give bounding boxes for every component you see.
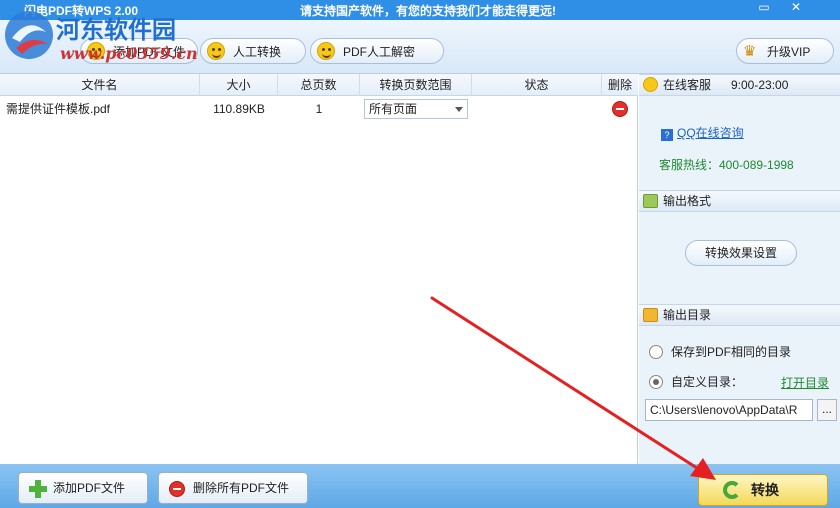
- upgrade-vip-button[interactable]: ♛ 升级VIP: [736, 38, 834, 64]
- bottom-add-pdf-button[interactable]: 添加PDF文件: [18, 472, 148, 504]
- close-button[interactable]: ✕: [784, 0, 808, 16]
- support-hours: 9:00-23:00: [731, 78, 789, 92]
- toolbar: 添加PDF文件 人工转换 PDF人工解密 ♛ 升级VIP: [0, 20, 840, 74]
- support-smiley-icon: [643, 77, 658, 92]
- row-total-pages: 1: [315, 102, 323, 116]
- title-bar: 闪电PDF转WPS 2.00 请支持国产软件，有您的支持我们才能走得更远! ▭ …: [0, 0, 840, 20]
- chevron-down-icon: [455, 107, 463, 112]
- folder-icon: [643, 194, 658, 208]
- qq-consult-label: QQ在线咨询: [677, 126, 744, 140]
- row-delete-cell: [602, 96, 638, 122]
- output-dir-title: 输出目录: [663, 308, 712, 322]
- conversion-settings-button[interactable]: 转换效果设置: [685, 240, 797, 266]
- smiley-icon: [87, 42, 105, 60]
- support-title: 在线客服: [663, 78, 712, 92]
- row-file-size: 110.89KB: [213, 102, 265, 116]
- pdf-decrypt-button[interactable]: PDF人工解密: [310, 38, 444, 64]
- bottom-add-pdf-label: 添加PDF文件: [53, 481, 126, 495]
- radio-custom-dir[interactable]: 自定义目录：: [649, 374, 743, 390]
- qq-consult-link[interactable]: ? QQ在线咨询: [661, 124, 744, 141]
- right-panel: 在线客服 9:00-23:00 ? QQ在线咨询 客服热线：400-089-199…: [639, 74, 840, 464]
- help-icon: ?: [661, 129, 673, 141]
- add-pdf-label: 添加PDF文件: [113, 44, 186, 59]
- header-delete[interactable]: 删除: [602, 74, 638, 96]
- remove-icon: [169, 481, 185, 497]
- app-title: 闪电PDF转WPS 2.00: [24, 4, 139, 18]
- header-status[interactable]: 状态: [472, 74, 602, 96]
- output-dir-header: 输出目录: [639, 304, 840, 326]
- table-row[interactable]: 需提供证件模板.pdf 110.89KB 1 所有页面: [0, 96, 638, 122]
- smiley-icon: [317, 42, 335, 60]
- convert-icon: [723, 481, 741, 499]
- radio-same-dir-label: 保存到PDF相同的目录: [671, 345, 792, 359]
- minimize-button[interactable]: ▭: [752, 0, 776, 16]
- crown-icon: ♛: [743, 43, 757, 60]
- support-header: 在线客服 9:00-23:00: [639, 74, 840, 96]
- upgrade-vip-label: 升级VIP: [767, 44, 811, 59]
- pdf-decrypt-label: PDF人工解密: [343, 44, 416, 59]
- radio-custom-dir-button[interactable]: [649, 375, 663, 389]
- delete-all-pdf-label: 删除所有PDF文件: [193, 481, 290, 495]
- output-path-input[interactable]: [645, 399, 813, 421]
- header-total-pages[interactable]: 总页数: [278, 74, 360, 96]
- add-pdf-button[interactable]: 添加PDF文件: [80, 38, 198, 64]
- header-file-name[interactable]: 文件名: [0, 74, 200, 96]
- open-directory-link[interactable]: 打开目录: [781, 374, 829, 391]
- table-header: 文件名 大小 总页数 转换页数范围 状态 删除: [0, 74, 638, 96]
- manual-convert-label: 人工转换: [233, 44, 282, 59]
- title-slogan: 请支持国产软件，有您的支持我们才能走得更远!: [300, 4, 556, 18]
- radio-same-dir[interactable]: 保存到PDF相同的目录: [649, 344, 791, 360]
- delete-row-icon[interactable]: [612, 101, 628, 117]
- plus-icon: [29, 480, 47, 498]
- row-status: [472, 96, 602, 122]
- header-size[interactable]: 大小: [200, 74, 278, 96]
- radio-custom-dir-label: 自定义目录：: [671, 375, 744, 389]
- convert-label: 转换: [751, 482, 779, 498]
- header-page-range[interactable]: 转换页数范围: [360, 74, 472, 96]
- file-table: 文件名 大小 总页数 转换页数范围 状态 删除 需提供证件模板.pdf 110.…: [0, 74, 638, 464]
- page-range-select[interactable]: 所有页面: [364, 99, 468, 119]
- convert-button[interactable]: 转换: [698, 474, 828, 506]
- row-file-name: 需提供证件模板.pdf: [6, 102, 111, 116]
- bottom-bar: 添加PDF文件 删除所有PDF文件 转换: [0, 464, 840, 508]
- browse-button[interactable]: ...: [817, 399, 837, 421]
- output-format-title: 输出格式: [663, 194, 712, 208]
- folder-icon: [643, 308, 658, 322]
- support-hotline: 客服热线：400-089-1998: [659, 158, 794, 172]
- radio-same-dir-button[interactable]: [649, 345, 663, 359]
- page-range-value: 所有页面: [369, 102, 418, 116]
- manual-convert-button[interactable]: 人工转换: [200, 38, 306, 64]
- delete-all-pdf-button[interactable]: 删除所有PDF文件: [158, 472, 308, 504]
- smiley-icon: [207, 42, 225, 60]
- row-page-range-cell: 所有页面: [360, 96, 472, 122]
- output-format-header: 输出格式: [639, 190, 840, 212]
